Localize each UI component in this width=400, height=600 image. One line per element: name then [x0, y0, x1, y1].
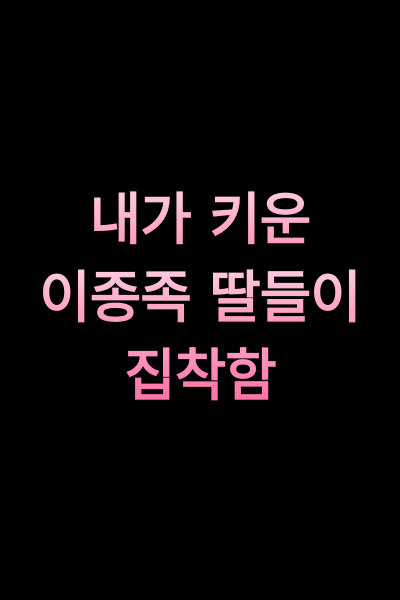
title-line-3: 집착함 [0, 342, 400, 412]
title-line-2: 이종족 딸들이 [0, 264, 400, 334]
title-block: 내가 키운 이종족 딸들이 집착함 [0, 182, 400, 422]
title-line-1: 내가 키운 [0, 186, 400, 256]
